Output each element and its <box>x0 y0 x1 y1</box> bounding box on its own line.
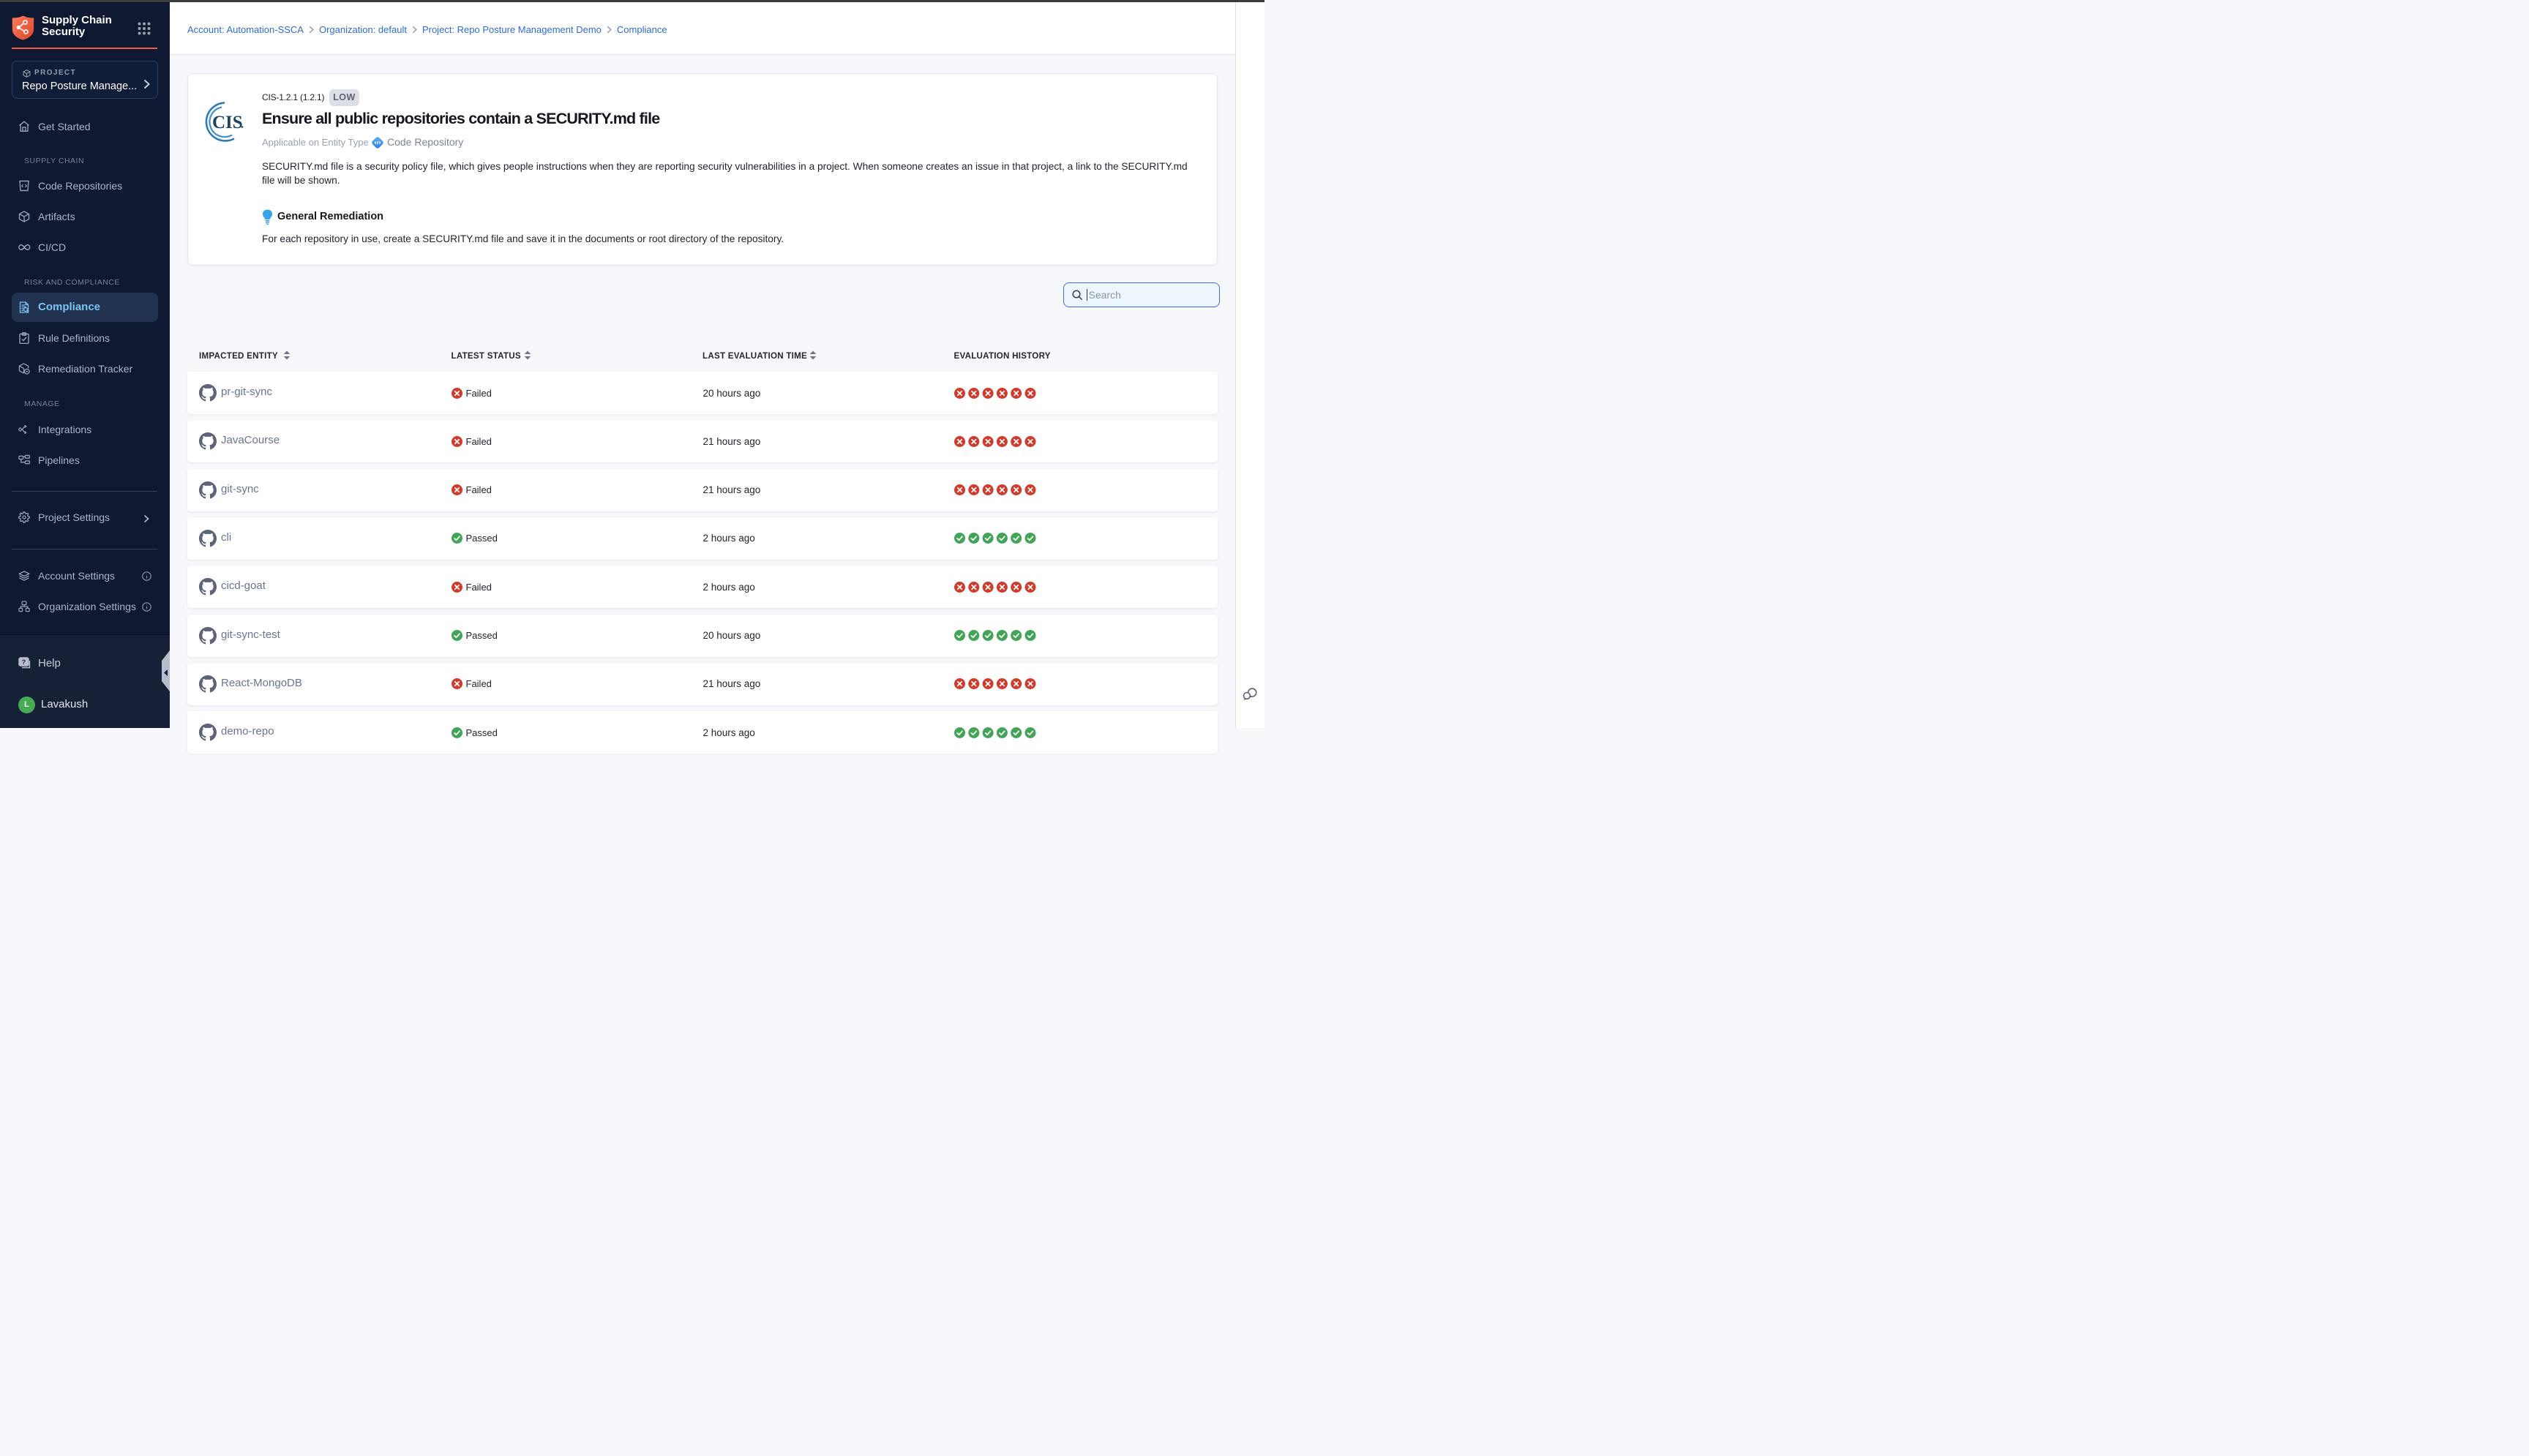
svg-text:?: ? <box>22 658 26 666</box>
svg-text:CIS: CIS <box>212 113 243 132</box>
